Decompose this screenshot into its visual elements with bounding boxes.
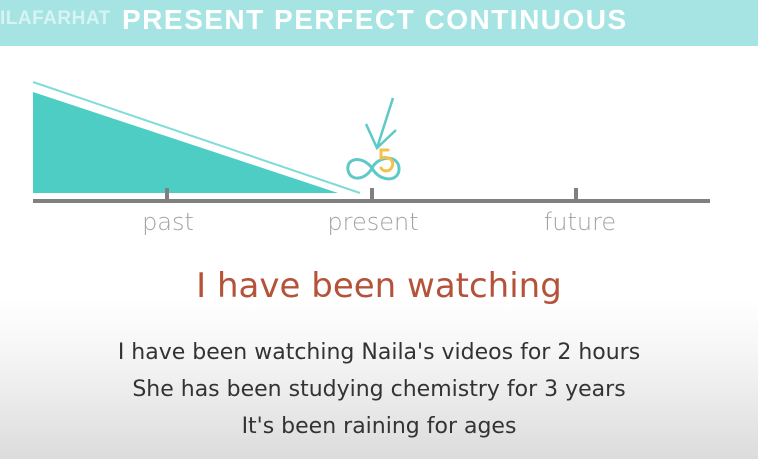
example-sentence: It's been raining for ages [241,414,517,439]
timeline-label-present: present [327,208,419,236]
timeline-label-future: future [543,208,617,236]
example-heading: I have been watching [196,266,562,306]
example-sentences: I have been watching Naila's videos for … [0,334,758,445]
example-sentence: She has been studying chemistry for 3 ye… [132,377,626,402]
duration-wedge [33,92,338,193]
arrow-icon [364,97,397,151]
example-sentence: I have been watching Naila's videos for … [117,340,641,365]
timeline-label-past: past [142,208,194,236]
continuous-symbol-icon [346,148,401,181]
